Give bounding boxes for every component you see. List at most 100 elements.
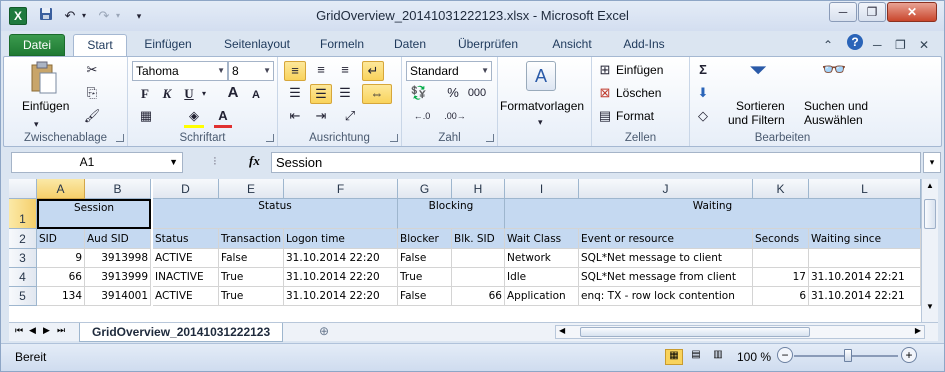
column-title-cell[interactable]: Blocker: [398, 229, 452, 249]
page-layout-view-icon[interactable]: ▤: [687, 349, 705, 365]
italic-button[interactable]: K: [158, 85, 176, 103]
font-dialog-launcher-icon[interactable]: [266, 134, 274, 142]
format-painter-icon[interactable]: 🖌: [82, 107, 102, 125]
vertical-scroll-thumb[interactable]: [924, 199, 936, 229]
expand-formula-bar-icon[interactable]: ▾: [923, 152, 941, 173]
group-header-status[interactable]: Status: [153, 199, 398, 229]
grow-font-button[interactable]: A: [224, 84, 242, 102]
table-cell[interactable]: 66: [452, 287, 505, 306]
row-header-1[interactable]: 1: [9, 199, 37, 229]
table-cell[interactable]: False: [398, 287, 452, 306]
insert-sheet-icon[interactable]: ⊕: [319, 324, 329, 338]
find-label-line1[interactable]: Suchen und: [804, 99, 868, 113]
horizontal-scroll-thumb[interactable]: [580, 327, 810, 337]
workbook-restore-icon[interactable]: ❐: [895, 38, 906, 52]
styles-button[interactable]: Formatvorlagen: [500, 99, 584, 113]
zoom-in-icon[interactable]: +: [901, 347, 917, 363]
shrink-font-button[interactable]: A: [248, 86, 264, 104]
formula-input[interactable]: Session: [271, 152, 921, 173]
column-header-i[interactable]: I: [505, 179, 579, 199]
font-name-combo[interactable]: Tahoma ▼: [132, 61, 228, 81]
table-cell[interactable]: 9: [37, 249, 85, 268]
table-cell[interactable]: True: [219, 268, 284, 287]
table-cell[interactable]: Network: [505, 249, 579, 268]
decrease-decimal-icon[interactable]: .00→: [442, 107, 468, 125]
find-label-line2[interactable]: Auswählen: [804, 113, 863, 127]
borders-icon[interactable]: ▦: [136, 107, 156, 125]
column-title-cell[interactable]: Wait Class: [505, 229, 579, 249]
column-header-f[interactable]: F: [284, 179, 398, 199]
help-icon[interactable]: ?: [847, 34, 863, 50]
insert-cells-button[interactable]: Einfügen: [616, 63, 663, 77]
scroll-down-icon[interactable]: ▼: [924, 302, 936, 318]
table-cell[interactable]: 31.10.2014 22:21: [809, 268, 921, 287]
zoom-level[interactable]: 100 %: [737, 350, 771, 364]
column-header-j[interactable]: J: [579, 179, 753, 199]
table-cell[interactable]: 31.10.2014 22:20: [284, 268, 398, 287]
underline-button[interactable]: U: [180, 85, 198, 103]
group-header-waiting[interactable]: Waiting: [505, 199, 921, 229]
tab-start[interactable]: Start: [73, 34, 127, 57]
table-cell[interactable]: ACTIVE: [153, 287, 219, 306]
increase-indent-icon[interactable]: ⇥: [310, 107, 332, 125]
scroll-left-icon[interactable]: ◀: [559, 326, 565, 335]
clipboard-dialog-launcher-icon[interactable]: [116, 134, 124, 142]
tab-formulas[interactable]: Formeln: [313, 34, 371, 56]
last-sheet-icon[interactable]: ⏭: [57, 325, 65, 336]
column-header-d[interactable]: D: [153, 179, 219, 199]
cut-icon[interactable]: ✂: [82, 61, 102, 79]
tab-data[interactable]: Daten: [385, 34, 435, 56]
row-header-2[interactable]: 2: [9, 229, 37, 249]
column-title-cell[interactable]: Waiting since: [809, 229, 921, 249]
first-sheet-icon[interactable]: ⏮: [15, 325, 23, 336]
table-cell[interactable]: True: [398, 268, 452, 287]
table-cell[interactable]: ACTIVE: [153, 249, 219, 268]
table-cell[interactable]: SQL*Net message to client: [579, 249, 753, 268]
align-right-icon[interactable]: ☰: [334, 84, 356, 102]
name-box[interactable]: A1 ▼: [11, 152, 183, 173]
column-header-a[interactable]: A: [37, 179, 85, 199]
copy-icon[interactable]: ⎘: [82, 84, 102, 102]
group-header-blocking[interactable]: Blocking: [398, 199, 505, 229]
column-title-cell[interactable]: Seconds: [753, 229, 809, 249]
column-title-cell[interactable]: Logon time: [284, 229, 398, 249]
formula-bar-handle-icon[interactable]: ⁝: [213, 154, 229, 170]
merge-center-icon[interactable]: ⇔: [362, 84, 392, 104]
next-sheet-icon[interactable]: ▶: [43, 325, 50, 336]
table-cell[interactable]: Application: [505, 287, 579, 306]
close-button[interactable]: ✕: [887, 2, 937, 22]
percent-button[interactable]: %: [444, 84, 462, 102]
number-format-combo[interactable]: Standard ▼: [406, 61, 492, 81]
sort-filter-icon[interactable]: ⏷: [742, 59, 774, 91]
scroll-right-icon[interactable]: ▶: [915, 326, 921, 335]
decrease-indent-icon[interactable]: ⇤: [284, 107, 306, 125]
normal-view-icon[interactable]: ▦: [665, 349, 683, 365]
column-title-cell[interactable]: SID: [37, 229, 85, 249]
orientation-icon[interactable]: ⤢: [338, 107, 362, 125]
table-cell[interactable]: 3913999: [85, 268, 151, 287]
tab-addins[interactable]: Add-Ins: [613, 34, 675, 56]
workbook-minimize-icon[interactable]: ─: [873, 38, 882, 52]
sort-label-line1[interactable]: Sortieren: [736, 99, 785, 113]
table-cell[interactable]: False: [398, 249, 452, 268]
font-color-button[interactable]: A: [214, 107, 232, 128]
tab-page-layout[interactable]: Seitenlayout: [211, 34, 303, 56]
format-cells-button[interactable]: Format: [616, 109, 654, 123]
maximize-button[interactable]: ❐: [858, 2, 886, 22]
paste-label[interactable]: Einfügen: [22, 99, 69, 113]
clear-icon[interactable]: ◇: [694, 107, 712, 125]
fill-icon[interactable]: ⬇: [694, 84, 712, 102]
table-cell[interactable]: False: [219, 249, 284, 268]
page-break-view-icon[interactable]: ▥: [709, 349, 727, 365]
paste-dropdown-icon[interactable]: ▾: [34, 115, 39, 133]
table-cell[interactable]: 31.10.2014 22:20: [284, 287, 398, 306]
styles-icon[interactable]: A: [526, 61, 556, 91]
alignment-dialog-launcher-icon[interactable]: [390, 134, 398, 142]
format-cells-icon[interactable]: ▤: [596, 107, 614, 125]
column-header-b[interactable]: B: [85, 179, 151, 199]
workbook-close-icon[interactable]: ✕: [919, 38, 929, 52]
column-title-cell[interactable]: Status: [153, 229, 219, 249]
select-all-corner[interactable]: [9, 179, 37, 199]
column-header-g[interactable]: G: [398, 179, 452, 199]
table-cell[interactable]: INACTIVE: [153, 268, 219, 287]
